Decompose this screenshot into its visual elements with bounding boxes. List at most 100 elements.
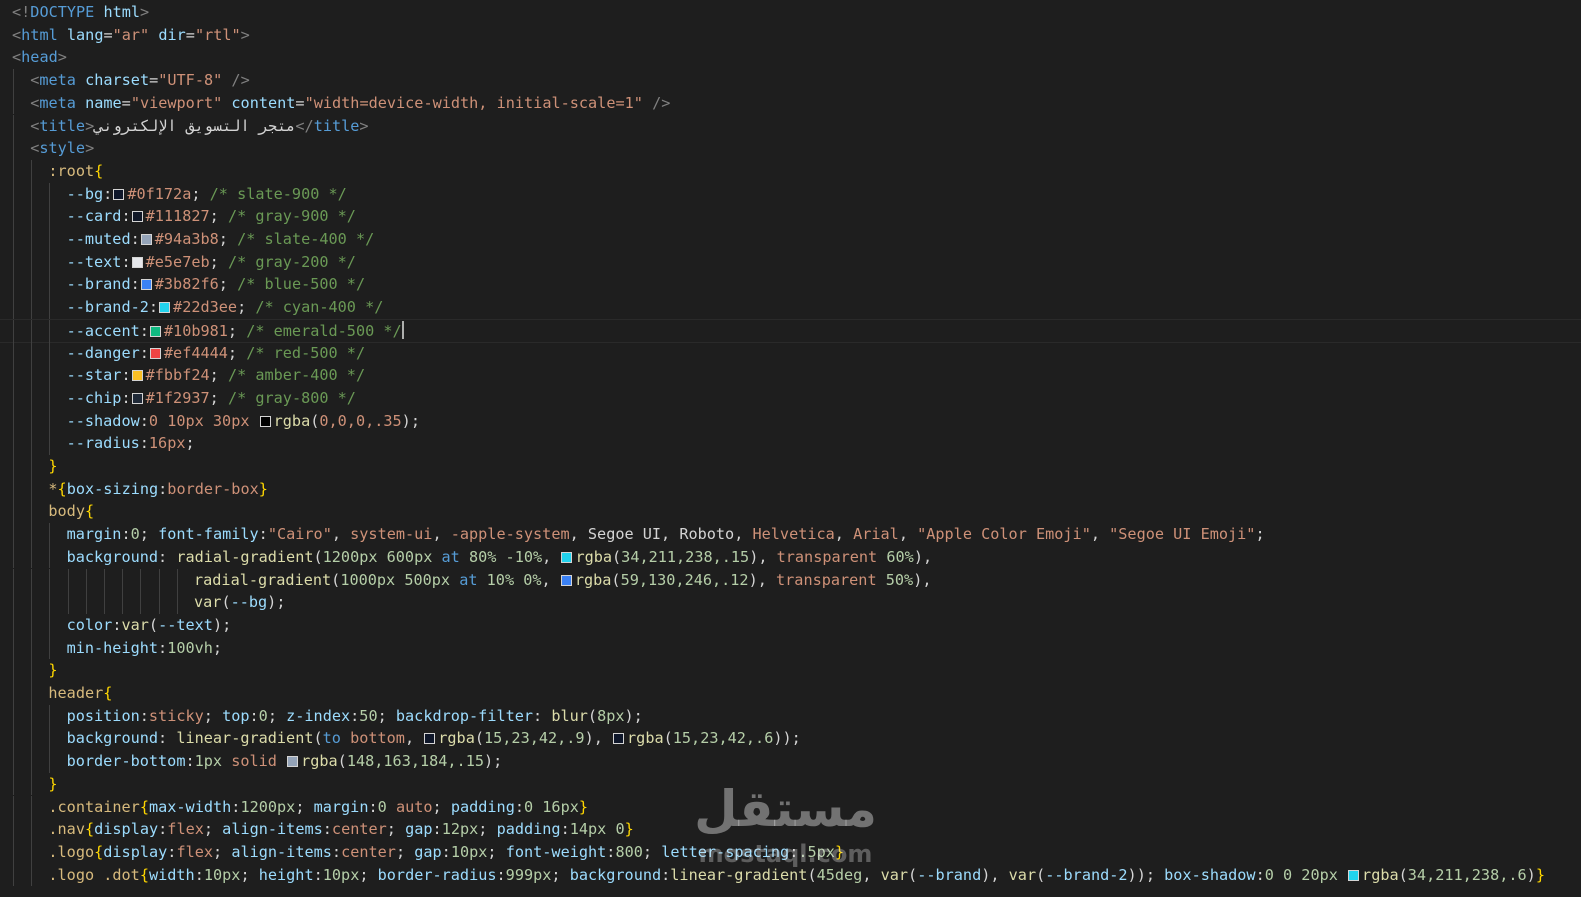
code-line[interactable]: header{ — [0, 682, 1581, 705]
code-token: meta — [39, 93, 76, 112]
code-line[interactable]: } — [0, 455, 1581, 478]
code-line[interactable]: <html lang="ar" dir="rtl"> — [0, 24, 1581, 47]
code-editor[interactable]: <!DOCTYPE html> <html lang="ar" dir="rtl"… — [0, 0, 1581, 897]
code-line[interactable]: <!DOCTYPE html> — [0, 1, 1581, 24]
code-line[interactable]: min-height:100vh; — [0, 636, 1581, 660]
code-line[interactable]: --radius:16px; — [0, 432, 1581, 455]
code-content: } — [48, 659, 57, 682]
color-swatch[interactable] — [159, 302, 171, 314]
color-swatch[interactable] — [140, 279, 152, 291]
color-swatch[interactable] — [131, 392, 143, 404]
code-line[interactable]: background: radial-gradient(1200px 600px… — [0, 545, 1581, 569]
code-line[interactable]: --brand: #3b82f6; /* blue-500 */ — [0, 273, 1581, 297]
code-line[interactable]: --shadow:0 10px 30px rgba(0,0,0,.35); — [0, 409, 1581, 433]
code-token: #fbbf24 — [145, 366, 210, 385]
code-token: <! — [12, 3, 31, 21]
color-swatch[interactable] — [149, 347, 161, 359]
code-line[interactable]: .logo{display:flex; align-items:center; … — [0, 840, 1581, 864]
color-swatch[interactable] — [259, 415, 271, 427]
color-swatch[interactable] — [131, 211, 143, 223]
code-content: --brand: #3b82f6; /* blue-500 */ — [67, 273, 366, 296]
code-line[interactable]: radial-gradient(1000px 500px at 10% 0%, … — [0, 568, 1581, 592]
code-token: ; — [227, 321, 247, 340]
code-line[interactable]: margin:0; font-family:"Cairo", system-ui… — [0, 523, 1581, 546]
code-line[interactable]: border-bottom:1px solid rgba(148,163,184… — [0, 750, 1581, 773]
color-swatch[interactable] — [561, 551, 573, 563]
code-token: "Cairo" — [267, 525, 332, 544]
code-line[interactable]: <head> — [0, 46, 1581, 69]
color-swatch[interactable] — [113, 188, 125, 200]
code-token: 50 — [359, 706, 378, 725]
code-token: /* cyan-400 */ — [255, 298, 384, 317]
code-line[interactable]: --brand-2: #22d3ee; /* cyan-400 */ — [0, 296, 1581, 319]
color-swatch[interactable] — [424, 733, 436, 745]
indent-guide — [104, 591, 105, 614]
code-line[interactable]: } — [0, 659, 1581, 682]
code-token: : — [121, 366, 131, 385]
code-line[interactable]: .container{max-width:1200px; margin:0 au… — [0, 795, 1581, 819]
code-token: box-sizing — [66, 479, 159, 498]
code-line[interactable]: *{box-sizing:border-box} — [0, 477, 1581, 501]
indent-guide — [13, 613, 14, 637]
code-line[interactable]: --chip: #1f2937; /* gray-800 */ — [0, 386, 1581, 410]
code-line[interactable]: :root{ — [0, 159, 1581, 183]
code-token: --chip — [66, 388, 122, 407]
code-line[interactable]: <meta charset="UTF-8" /> — [0, 69, 1581, 92]
code-token: --card — [66, 207, 122, 226]
indent-guide — [49, 432, 51, 455]
code-line[interactable]: background: linear-gradient(to bottom, r… — [0, 727, 1581, 751]
code-line[interactable]: body{ — [0, 500, 1581, 524]
code-line[interactable]: .nav{display:flex; align-items:center; g… — [0, 818, 1581, 841]
color-swatch[interactable] — [131, 370, 143, 382]
code-token: box-shadow — [1164, 865, 1256, 884]
code-line[interactable]: --accent: #10b981; /* emerald-500 */ — [0, 318, 1581, 344]
color-swatch[interactable] — [613, 733, 625, 745]
code-line[interactable]: --star: #fbbf24; /* amber-400 */ — [0, 364, 1581, 387]
color-swatch[interactable] — [1348, 869, 1360, 881]
code-line[interactable]: --card: #111827; /* gray-900 */ — [0, 205, 1581, 228]
code-token: ( — [908, 865, 918, 884]
code-token: ; — [642, 842, 662, 861]
indent-guide — [31, 704, 33, 728]
color-swatch[interactable] — [149, 325, 161, 337]
code-line[interactable]: --text: #e5e7eb; /* gray-200 */ — [0, 250, 1581, 274]
text-cursor — [401, 320, 404, 339]
indent-guide — [13, 863, 14, 887]
code-token: ), — [981, 865, 1009, 884]
code-token: = — [295, 93, 305, 112]
code-token: : — [322, 820, 332, 839]
code-token: ( — [1398, 865, 1408, 884]
code-line[interactable]: <title>متجر التسويق الإلكتروني</title> — [0, 114, 1581, 138]
indent-guide — [31, 341, 33, 365]
code-token: background — [66, 729, 159, 748]
code-line[interactable]: <meta name="viewport" content="width=dev… — [0, 91, 1581, 115]
code-line[interactable]: --danger: #ef4444; /* red-500 */ — [0, 341, 1581, 365]
code-token: : — [249, 706, 259, 725]
code-token: ( — [663, 729, 673, 748]
code-content: --accent: #10b981; /* emerald-500 */ — [67, 320, 404, 343]
code-line[interactable]: var(--bg); — [0, 591, 1581, 614]
code-token: display — [103, 842, 168, 861]
code-line[interactable]: color:var(--text); — [0, 613, 1581, 637]
code-token: 0 — [130, 525, 140, 544]
code-token: { — [84, 502, 95, 521]
color-swatch[interactable] — [287, 756, 299, 768]
code-token: = — [185, 25, 195, 44]
code-line[interactable]: } — [0, 772, 1581, 796]
code-token: : — [158, 820, 168, 839]
code-line[interactable]: .logo .dot{width:10px; height:10px; bord… — [0, 863, 1581, 887]
code-token: ( — [1036, 865, 1046, 884]
code-content: var(--bg); — [194, 591, 285, 614]
indent-guide — [140, 568, 142, 592]
color-swatch[interactable] — [560, 574, 572, 586]
code-line[interactable]: --muted: #94a3b8; /* slate-400 */ — [0, 228, 1581, 251]
code-line[interactable]: --bg: #0f172a; /* slate-900 */ — [0, 182, 1581, 206]
color-swatch[interactable] — [140, 234, 152, 245]
color-swatch[interactable] — [131, 256, 143, 268]
code-line[interactable]: position:sticky; top:0; z-index:50; back… — [0, 704, 1581, 728]
code-token: meta — [39, 71, 76, 90]
code-line[interactable]: <style> — [0, 137, 1581, 160]
indent-guide — [85, 591, 87, 614]
code-token: 999px — [505, 865, 552, 884]
